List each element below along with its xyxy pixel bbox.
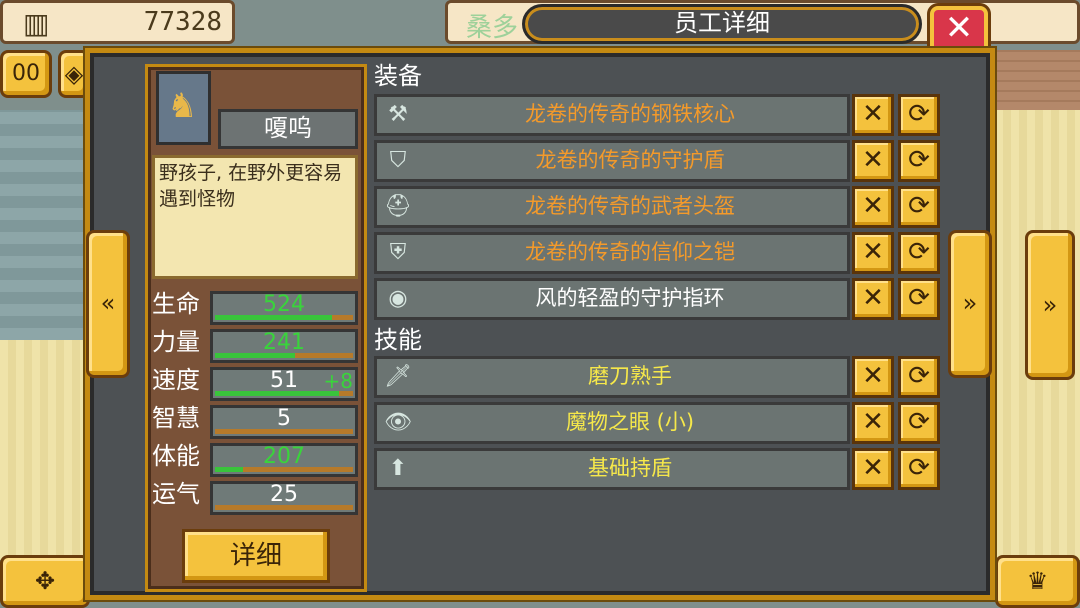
skill-row[interactable]: ⬆ 基础持盾 [374,448,850,490]
equip-item-icon: ◉ [388,286,408,311]
background-sand [0,340,90,560]
skill-row[interactable]: 🗡 磨刀熟手 [374,356,850,398]
stat-bar: 51 +8 [210,367,358,401]
equip-swap-button[interactable]: ⟳ [898,278,940,320]
employee-description: 野孩子, 在野外更容易遇到怪物 [152,155,358,279]
skill-swap-button[interactable]: ⟳ [898,448,940,490]
prev-employee-arrow[interactable]: « [86,230,130,378]
stat-track [215,467,353,472]
stat-track [215,429,353,434]
skill-item-name: 磨刀熟手 [588,364,672,388]
stat-track [215,505,353,510]
equip-item-name: 龙卷的传奇的钢铁核心 [525,102,735,126]
equip-row[interactable]: ◉ 风的轻盈的守护指环 [374,278,850,320]
equip-item-icon: ⛑ [384,194,412,219]
stat-label: 智慧 [152,404,200,432]
equip-item-icon: ⛨ [389,240,407,265]
skill-item-name: 魔物之眼 (小) [565,410,695,434]
stat-track [215,315,353,320]
equip-item-name: 风的轻盈的守护指环 [535,286,725,310]
equip-item-icon: ⛉ [389,148,407,173]
stat-fill [215,353,296,358]
stat-bar: 241 [210,329,358,363]
dpad-button[interactable]: ✥ [0,555,90,608]
skill-swap-button[interactable]: ⟳ [898,356,940,398]
portrait-avatar: ♞ [156,71,211,145]
stat-track [215,391,353,396]
stat-label: 生命 [152,290,200,318]
stat-track [215,353,353,358]
skill-swap-button[interactable]: ⟳ [898,402,940,444]
stat-bar: 5 [210,405,358,439]
stat-bar: 25 [210,481,358,515]
skill-item-icon: 🗡 [384,364,412,389]
stats-list: 生命 524 力量 241 速度 51 +8 智慧 5 体能 207 运气 25 [150,289,360,523]
background-brick [995,50,1080,110]
stat-label: 速度 [152,366,200,394]
stat-label: 力量 [152,328,200,356]
equip-row[interactable]: ⛑ 龙卷的传奇的武者头盔 [374,186,850,228]
skill-remove-button[interactable]: ✕ [852,448,894,490]
map-icon: ◈ [64,60,84,88]
skills-label: 技能 [374,326,422,354]
equip-remove-button[interactable]: ✕ [852,186,894,228]
stat-label: 体能 [152,442,200,470]
equip-remove-button[interactable]: ✕ [852,140,894,182]
skills-list: 🗡 磨刀熟手 ✕ ⟳ 👁 魔物之眼 (小) ✕ ⟳ ⬆ 基础持盾 ✕ ⟳ [374,356,944,496]
equip-item-icon: ⚒ [388,102,408,127]
skill-remove-button[interactable]: ✕ [852,356,894,398]
crown-button[interactable]: ♛ [995,555,1080,608]
equip-swap-button[interactable]: ⟳ [898,140,940,182]
equip-item-name: 龙卷的传奇的守护盾 [535,148,725,172]
skill-item-name: 基础持盾 [588,456,672,480]
skill-remove-button[interactable]: ✕ [852,402,894,444]
character-icon: ♞ [167,86,198,126]
stat-label: 运气 [152,480,200,508]
equip-swap-button[interactable]: ⟳ [898,94,940,136]
equip-remove-button[interactable]: ✕ [852,94,894,136]
equip-row[interactable]: ⛨ 龙卷的传奇的信仰之铠 [374,232,850,274]
page-title: 员工详细 [522,4,922,44]
background-tiles [0,110,90,340]
skill-item-icon: ⬆ [388,456,408,481]
stat-fill [215,467,243,472]
character-panel: ♞ 嗄呜 野孩子, 在野外更容易遇到怪物 生命 524 力量 241 速度 51 +8 智慧 5… [145,64,367,592]
pause-button[interactable]: 00 [0,50,52,98]
equip-remove-button[interactable]: ✕ [852,278,894,320]
stat-bar: 207 [210,443,358,477]
equip-row[interactable]: ⛉ 龙卷的传奇的守护盾 [374,140,850,182]
next-employee-arrow[interactable]: » [948,230,992,378]
stat-fill [215,391,340,396]
equip-remove-button[interactable]: ✕ [852,232,894,274]
equip-swap-button[interactable]: ⟳ [898,232,940,274]
stat-fill [215,315,333,320]
equipment-list: ⚒ 龙卷的传奇的钢铁核心 ✕ ⟳ ⛉ 龙卷的传奇的守护盾 ✕ ⟳ ⛑ 龙卷的传奇的武者头盔 ✕ ⟳ ⛨ 龙… [374,94,944,326]
equip-item-name: 龙卷的传奇的武者头盔 [525,194,735,218]
skill-item-icon: 👁 [384,410,412,435]
stat-bar: 524 [210,291,358,325]
money-bar: ▥ 77328 [0,0,235,44]
location-name: 桑多 [466,13,519,43]
building-icon: ▥ [23,7,50,40]
equipment-label: 装备 [374,62,422,90]
equip-swap-button[interactable]: ⟳ [898,186,940,228]
detail-button[interactable]: 详细 [182,529,330,583]
equip-row[interactable]: ⚒ 龙卷的传奇的钢铁核心 [374,94,850,136]
money-value: 77328 [143,7,222,37]
equip-item-name: 龙卷的传奇的信仰之铠 [525,240,735,264]
outer-next-arrow[interactable]: » [1025,230,1075,380]
skill-row[interactable]: 👁 魔物之眼 (小) [374,402,850,444]
employee-name: 嗄呜 [218,109,358,149]
